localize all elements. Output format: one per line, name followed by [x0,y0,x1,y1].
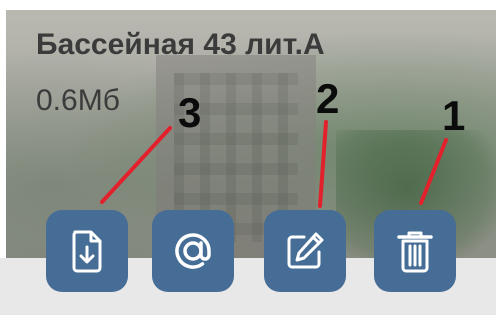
callout-number-edit: 2 [316,75,340,122]
download-file-icon [67,229,107,273]
delete-button[interactable] [374,210,456,292]
at-sign-icon [171,229,215,273]
file-card: Бассейная 43 лит.А 0.6Мб 1 2 3 [0,0,496,315]
callout-number-download: 3 [178,89,202,136]
edit-button[interactable] [264,210,346,292]
pencil-edit-icon [283,229,327,273]
email-button[interactable] [152,210,234,292]
trash-icon [395,228,435,274]
file-title: Бассейная 43 лит.А [36,28,325,61]
download-button[interactable] [46,210,128,292]
file-size: 0.6Мб [36,84,120,117]
callout-number-delete: 1 [442,92,466,139]
